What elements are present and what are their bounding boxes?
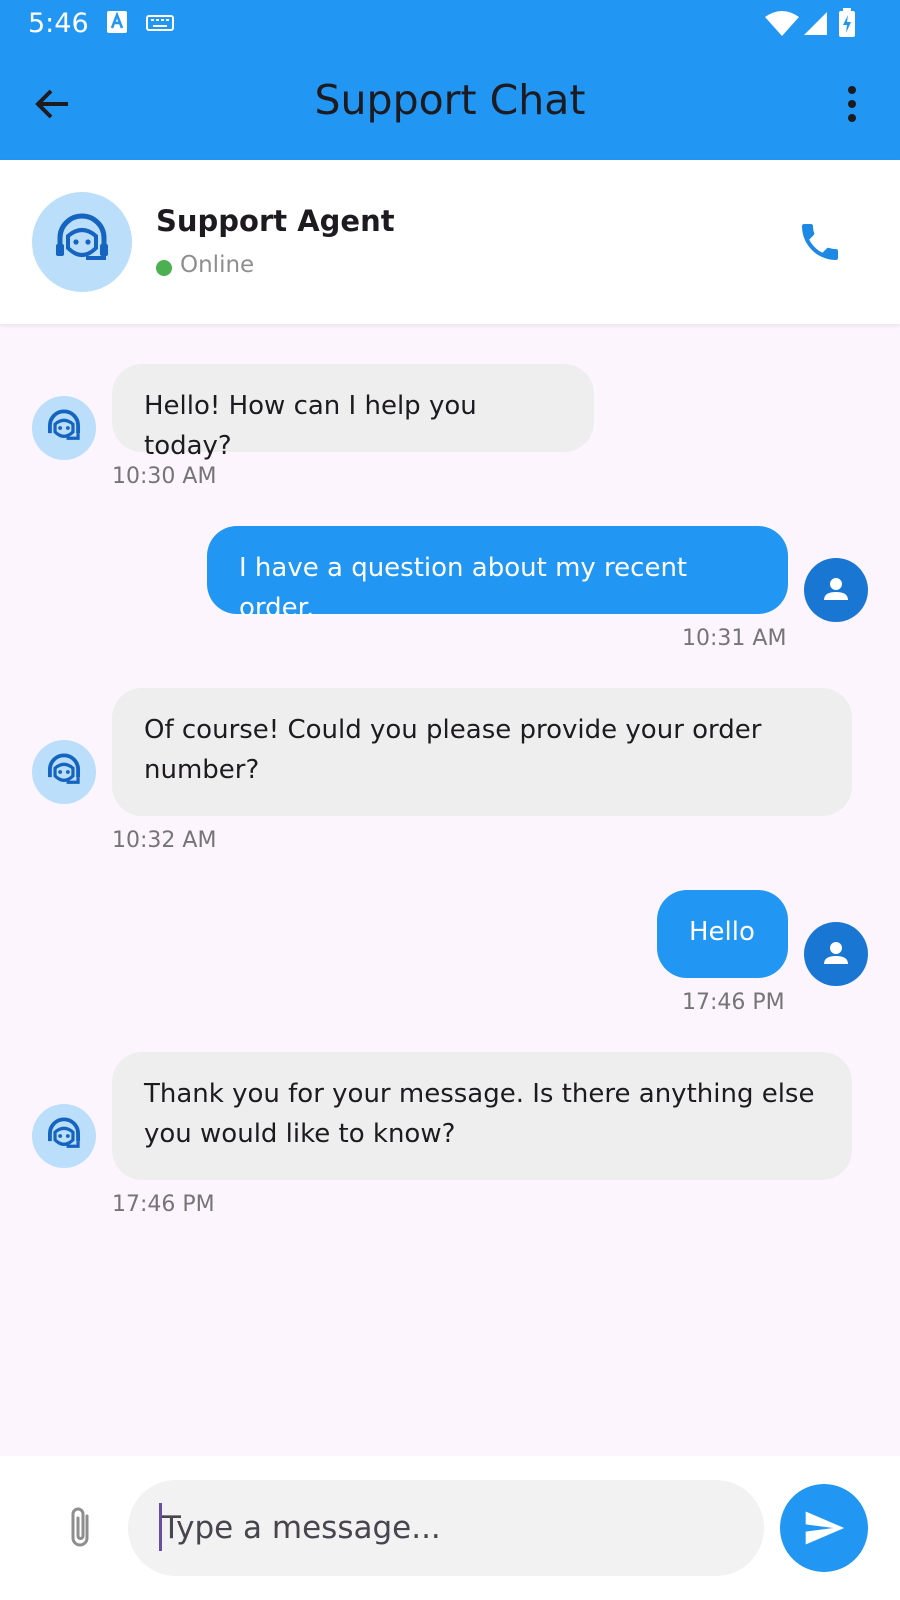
person-icon [824,942,848,964]
user-message-avatar [804,922,868,986]
send-icon [805,1511,845,1545]
agent-message-bubble: Of course! Could you please provide your… [112,688,852,816]
support-agent-icon [48,409,80,440]
support-agent-icon [56,213,108,260]
message-time: 17:46 PM [682,990,785,1015]
agent-header: Support Agent Online [0,160,900,324]
message-time: 10:30 AM [112,464,217,489]
text-cursor [159,1503,162,1551]
user-message-bubble: I have a question about my recent order. [207,526,788,623]
message-time: 10:31 AM [682,626,787,651]
online-status-dot [156,260,172,276]
agent-message-bubble: Thank you for your message. Is there any… [112,1052,852,1180]
agent-status: Online [180,252,255,278]
user-message-avatar [804,558,868,622]
message-time: 17:46 PM [112,1192,215,1217]
agent-message-avatar [32,740,96,804]
support-agent-icon [48,1117,80,1148]
battery-charging-icon [838,8,856,42]
page-title: Support Chat [314,76,586,124]
message-input[interactable] [128,1480,764,1576]
agent-avatar [32,192,132,292]
send-button[interactable] [780,1484,868,1572]
agent-message-avatar [32,1104,96,1168]
attach-button[interactable] [58,1504,102,1552]
keyboard-icon [146,14,174,36]
agent-message-avatar [32,396,96,460]
accessibility-notification-icon [106,10,128,38]
status-bar: 5:46 [0,0,900,48]
message-time: 10:32 AM [112,828,217,853]
support-agent-icon [48,753,80,784]
phone-icon [802,224,838,260]
cellular-signal-icon [802,10,828,40]
agent-message-bubble: Hello! How can I help you today? [112,364,594,461]
app-bar: Support Chat [0,48,900,160]
person-icon [824,578,848,600]
status-time: 5:46 [28,8,89,39]
call-button[interactable] [796,218,844,266]
message-composer [0,1456,900,1600]
user-message-bubble: Hello [657,890,788,978]
wifi-icon [764,10,800,42]
attach-file-icon [71,1507,89,1547]
more-vert-icon [848,86,856,122]
more-options-button[interactable] [832,82,872,126]
agent-name: Support Agent [156,204,395,238]
